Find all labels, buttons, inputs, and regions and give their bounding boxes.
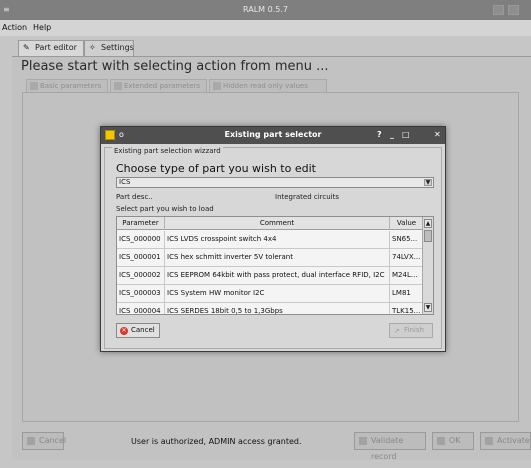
table-row[interactable]: ICS_000000 ICS LVDS crosspoint switch 4x… <box>117 231 423 249</box>
cell-comment: ICS System HW monitor I2C <box>165 285 390 303</box>
table-scrollbar[interactable]: ▲ ▼ <box>422 217 433 314</box>
scroll-thumb[interactable] <box>424 230 432 242</box>
chevron-down-icon[interactable]: ▼ <box>424 179 432 186</box>
part-type-select[interactable]: ICS ▼ <box>116 177 434 188</box>
scroll-down-icon[interactable]: ▼ <box>424 303 432 312</box>
table-header: Parameter Comment Value <box>117 217 423 230</box>
cell-comment: ICS hex schmitt inverter 5V tolerant <box>165 249 390 267</box>
cell-comment: ICS LVDS crosspoint switch 4x4 <box>165 231 390 249</box>
part-desc-label: Part desc.. <box>116 193 153 201</box>
tab-settings[interactable]: ✧ Settings <box>84 40 134 56</box>
tab-basic-parameters[interactable]: Basic parameters <box>26 79 108 93</box>
finish-icon: ➚ <box>394 327 400 335</box>
validate-icon <box>359 437 367 445</box>
cell-value: LM81 <box>392 289 411 297</box>
column-comment[interactable]: Comment <box>165 217 390 230</box>
ok-button[interactable]: OK <box>432 432 474 450</box>
part-desc-value: Integrated circuits <box>275 193 340 201</box>
select-part-label: Select part you wish to load <box>116 205 214 213</box>
cell-parameter: ICS_000004 <box>117 303 165 314</box>
tab-extended-parameters[interactable]: Extended parameters <box>110 79 207 93</box>
cell-parameter: ICS_000000 <box>117 231 165 249</box>
dialog-cancel-button[interactable]: ✕ Cancel <box>116 323 160 338</box>
column-parameter[interactable]: Parameter <box>117 217 165 230</box>
wizard-group-label: Existing part selection wizzard <box>112 147 223 155</box>
minimize-icon[interactable] <box>493 5 504 15</box>
menu-bar: Action Help <box>0 20 531 36</box>
menu-help[interactable]: Help <box>33 23 51 32</box>
table-row[interactable]: ICS_000003 ICS System HW monitor I2C LM8… <box>117 285 423 303</box>
auth-status: User is authorized, ADMIN access granted… <box>131 437 302 446</box>
validate-record-button[interactable]: Validate record <box>354 432 426 461</box>
page-headline: Please start with selecting action from … <box>21 59 329 74</box>
cell-parameter: ICS_000002 <box>117 267 165 285</box>
extended-params-icon <box>114 82 122 90</box>
cell-parameter: ICS_000003 <box>117 285 165 303</box>
pencil-icon: ✎ <box>23 43 30 52</box>
table-row[interactable]: ICS_000002 ICS EEPROM 64kbit with pass p… <box>117 267 423 285</box>
close-icon[interactable]: ✕ <box>434 129 441 141</box>
tab-hidden-values[interactable]: Hidden read only values <box>209 79 327 93</box>
column-value[interactable]: Value <box>390 217 423 230</box>
cell-value: SN65... <box>392 235 418 243</box>
parts-table: Parameter Comment Value ICS_000000 ICS L… <box>116 216 434 315</box>
dialog-titlebar: o Existing part selector ? _ □ ✕ <box>101 127 445 144</box>
choose-type-heading: Choose type of part you wish to edit <box>116 162 316 175</box>
part-type-value: ICS <box>119 178 131 186</box>
menu-action[interactable]: Action <box>2 23 27 32</box>
tab-part-editor[interactable]: ✎ Part editor <box>18 40 84 57</box>
minimize-icon[interactable]: _ <box>390 129 394 141</box>
activate-icon <box>485 437 493 445</box>
cell-value: 74LVX... <box>392 253 421 261</box>
help-icon[interactable]: ? <box>377 129 382 141</box>
scroll-up-icon[interactable]: ▲ <box>424 219 432 228</box>
cell-value: M24L... <box>392 271 418 279</box>
cancel-icon <box>27 437 35 445</box>
table-row[interactable]: ICS_000004 ICS SERDES 18bit 0,5 to 1,3Gb… <box>117 303 423 315</box>
window-title: RALM 0.5.7 <box>243 5 288 14</box>
main-cancel-button[interactable]: Cancel <box>22 432 66 450</box>
table-row[interactable]: ICS_000001 ICS hex schmitt inverter 5V t… <box>117 249 423 267</box>
cell-value: TLK15... <box>392 307 421 315</box>
activate-button[interactable]: Activate <box>480 432 531 450</box>
cell-parameter: ICS_000001 <box>117 249 165 267</box>
cell-comment: ICS SERDES 18bit 0,5 to 1,3Gbps <box>165 303 390 314</box>
cancel-icon: ✕ <box>120 327 128 335</box>
window-titlebar: ≡ RALM 0.5.7 <box>0 0 531 20</box>
wrench-icon: ✧ <box>89 43 96 52</box>
cell-comment: ICS EEPROM 64kbit with pass protect, dua… <box>165 267 390 285</box>
maximize-icon[interactable]: □ <box>402 129 410 141</box>
close-icon[interactable] <box>508 5 519 15</box>
basic-params-icon <box>30 82 38 90</box>
hidden-values-icon <box>213 82 221 90</box>
checkmark-icon <box>437 437 445 445</box>
finish-button[interactable]: ➚ Finish <box>389 323 433 338</box>
